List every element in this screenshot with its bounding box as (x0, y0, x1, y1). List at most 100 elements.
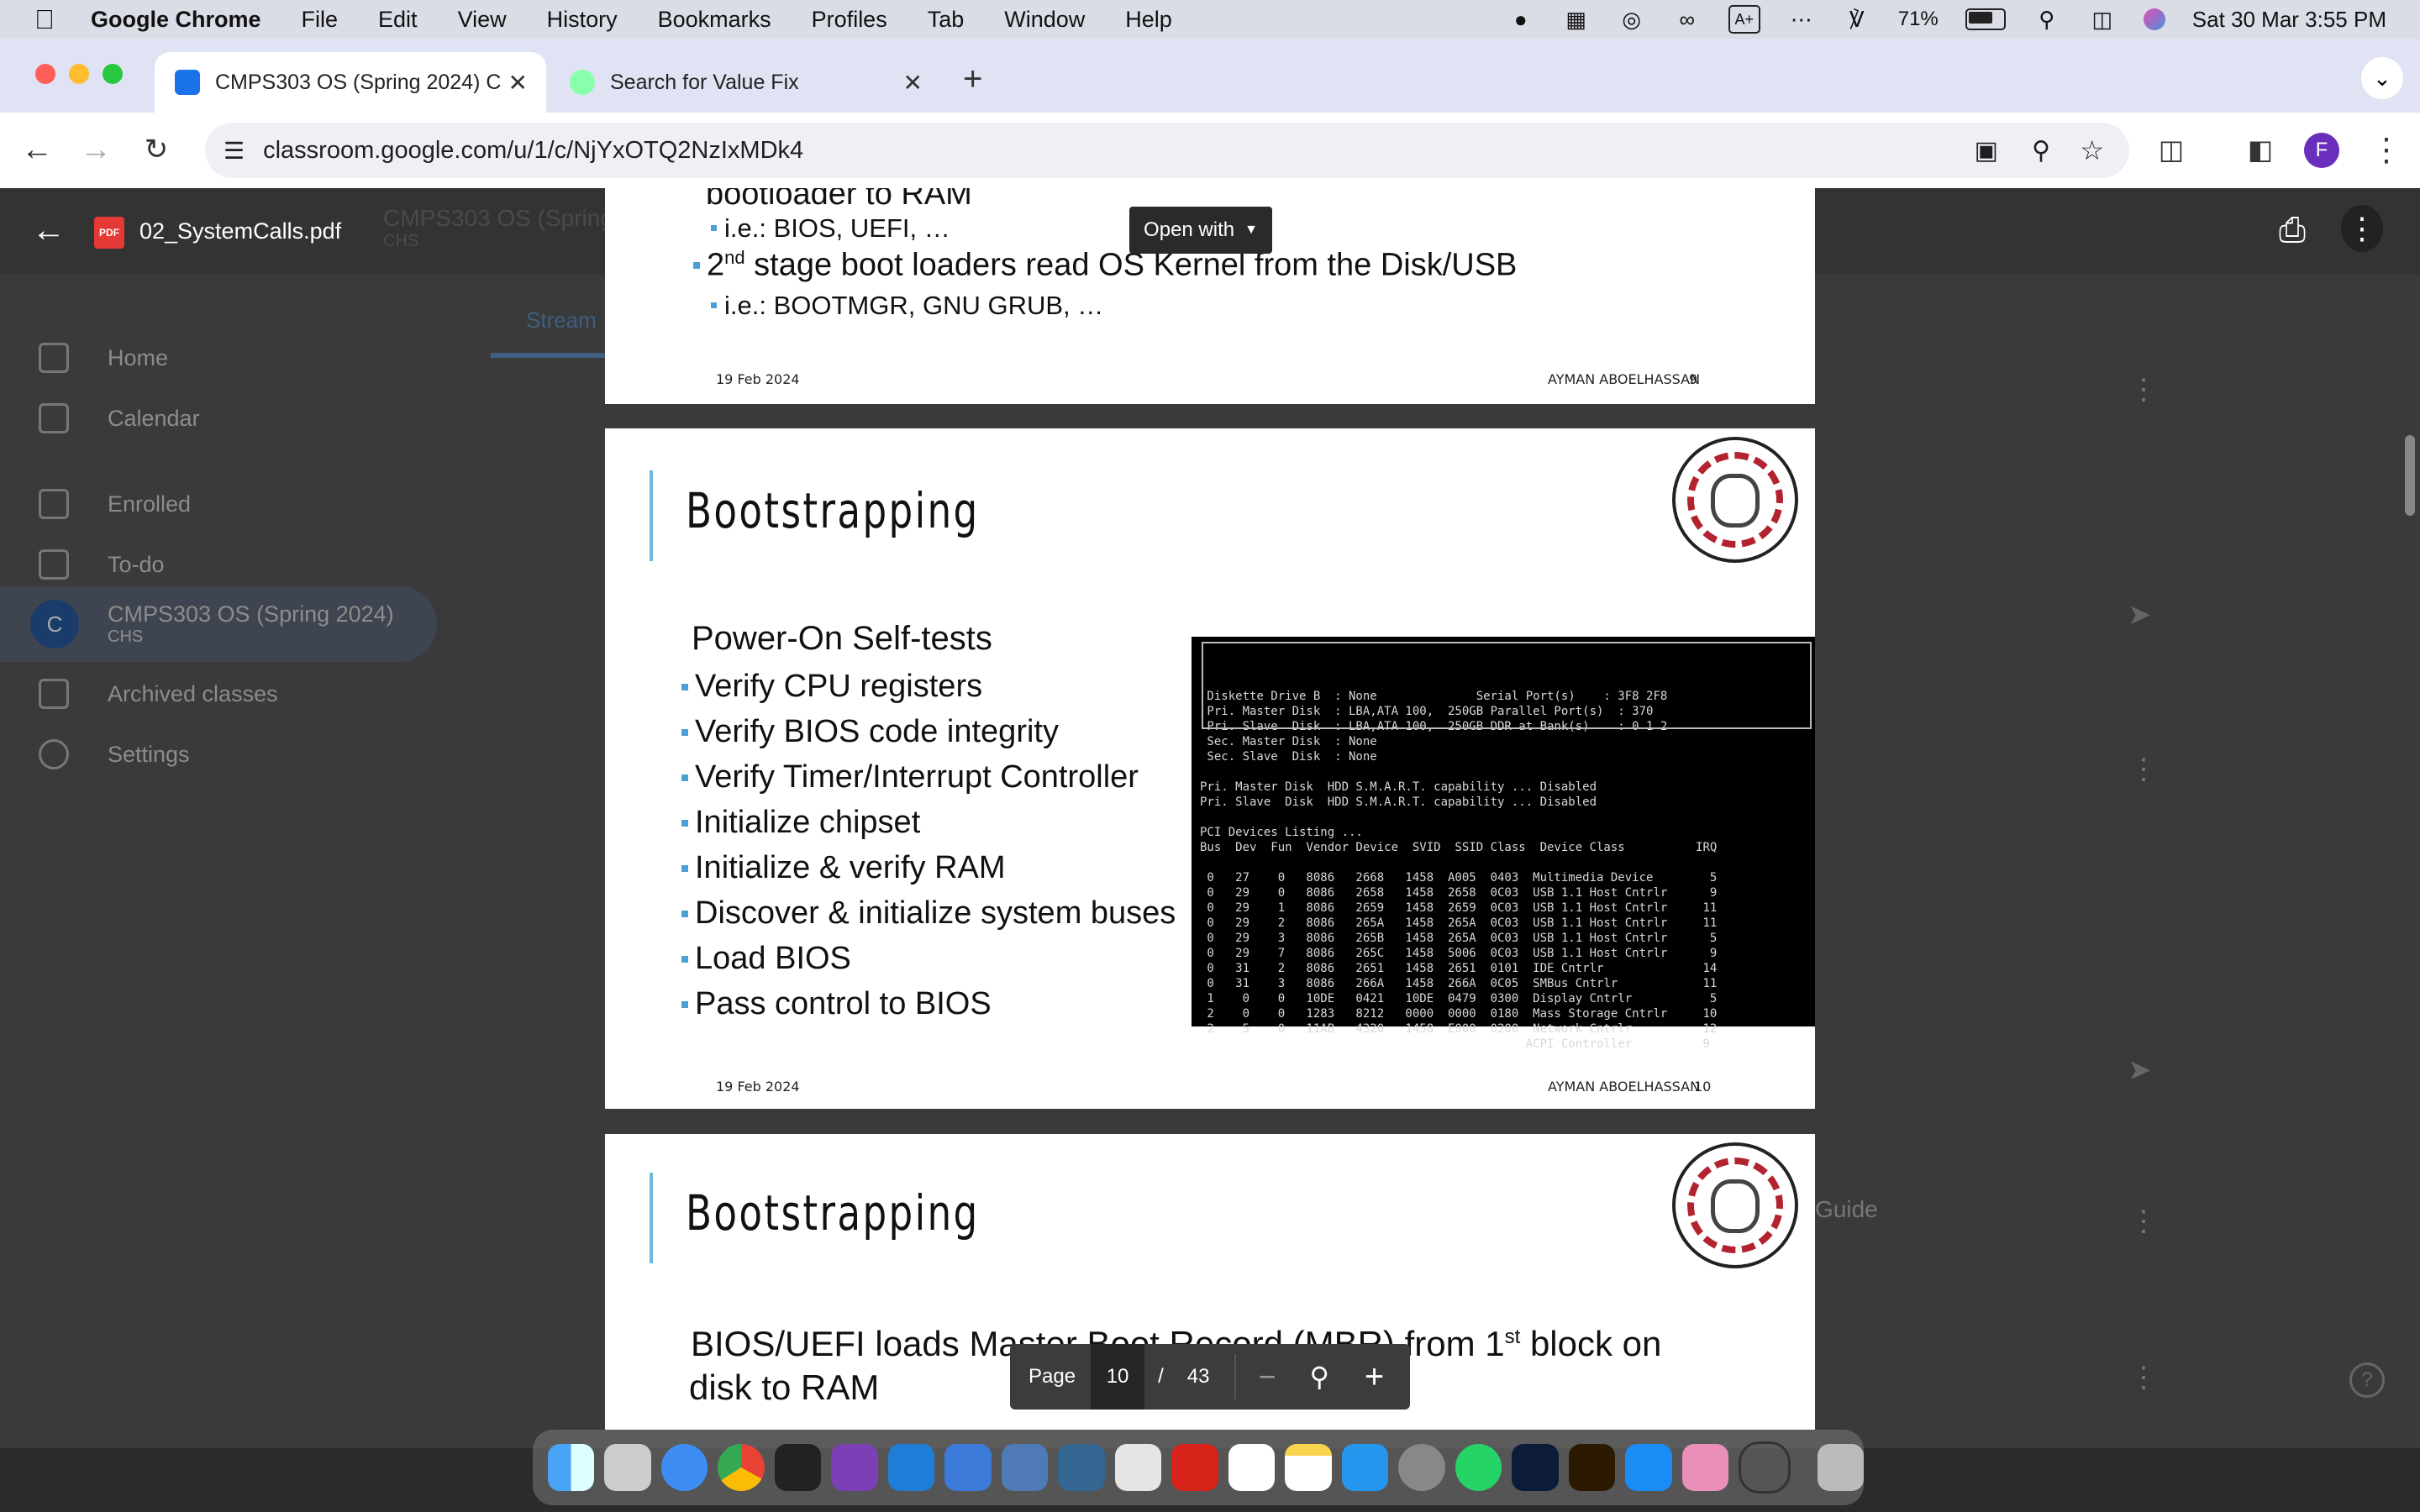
bluetooth-icon[interactable]: ℣ (1843, 7, 1871, 32)
menu-profiles[interactable]: Profiles (812, 7, 887, 33)
tab-title: CMPS303 OS (Spring 2024) C (215, 70, 502, 94)
more-options-icon[interactable]: ⋮ (2341, 205, 2383, 252)
more-icon[interactable]: ⋮ (2129, 1361, 2158, 1394)
menu-view[interactable]: View (458, 7, 507, 33)
sidebar-item-archived[interactable]: Archived classes (0, 664, 437, 724)
zoom-in-icon[interactable]: + (1365, 1358, 1384, 1396)
elephant-icon[interactable]: ● (1507, 7, 1535, 32)
airdrop-icon[interactable]: ◎ (1618, 7, 1646, 32)
forward-icon[interactable]: → (77, 131, 114, 168)
install-icon[interactable]: ▣ (1975, 136, 1998, 165)
launchpad-icon[interactable] (604, 1444, 651, 1491)
docker-icon[interactable] (1341, 1444, 1389, 1491)
site-info-icon[interactable]: ☰ (224, 137, 245, 165)
postgres-icon[interactable] (1058, 1444, 1105, 1491)
close-tab-icon[interactable]: ✕ (903, 69, 923, 97)
tab-search[interactable]: Search for Value Fix ✕ (550, 52, 941, 113)
close-tab-icon[interactable]: ✕ (508, 69, 528, 97)
folder-icon[interactable] (1681, 1444, 1729, 1491)
dots-icon[interactable]: ⋯ (1787, 7, 1816, 32)
sidebar-item-calendar[interactable]: Calendar (0, 388, 437, 449)
sidebar-item-enrolled[interactable]: Enrolled (0, 474, 437, 534)
open-with-button[interactable]: Open with ▼ (1129, 207, 1272, 254)
slide-date: 19 Feb 2024 (716, 371, 800, 387)
address-bar[interactable]: ☰ classroom.google.com/u/1/c/NjYxOTQ2NzI… (205, 123, 2129, 178)
menu-app-name[interactable]: Google Chrome (91, 7, 261, 33)
back-icon[interactable]: ← (18, 131, 55, 168)
extensions-icon[interactable]: ◫ (2153, 131, 2190, 168)
print-icon[interactable]: ⎙ (2279, 212, 2306, 249)
title-accent-bar (650, 470, 653, 561)
whatsapp-icon[interactable] (1455, 1444, 1502, 1491)
bios-line: Bus Dev Fun Vendor Device SVID SSID Clas… (1200, 841, 1718, 854)
new-tab-button[interactable]: + (963, 60, 982, 98)
app-store-icon[interactable] (1625, 1444, 1672, 1491)
tab-search-button[interactable]: ⌄ (2361, 57, 2403, 99)
trash-icon[interactable] (1817, 1444, 1865, 1491)
bullet: Load BIOS (681, 941, 851, 976)
accessibility-icon[interactable]: A+ (1728, 5, 1760, 34)
cast-icon[interactable]: ▦ (1562, 7, 1591, 32)
github-desktop-icon[interactable] (831, 1444, 878, 1491)
finder-icon[interactable] (548, 1444, 595, 1491)
vscode-icon[interactable] (887, 1444, 935, 1491)
sidebar-item-settings[interactable]: Settings (0, 724, 437, 785)
illustrator-icon[interactable] (1568, 1444, 1616, 1491)
chrome-menu-icon[interactable]: ⋮ (2368, 131, 2405, 168)
control-center-icon[interactable]: ◫ (2088, 7, 2117, 32)
tab-classroom[interactable]: CMPS303 OS (Spring 2024) C ✕ (155, 52, 546, 113)
battery-icon[interactable] (1965, 8, 2006, 30)
reload-icon[interactable]: ↻ (138, 131, 175, 168)
sidebar-item-home[interactable]: Home (0, 328, 437, 388)
chrome-icon[interactable] (718, 1444, 765, 1491)
safari-icon[interactable] (660, 1444, 708, 1491)
menu-tab[interactable]: Tab (928, 7, 965, 33)
sidebar-item-course[interactable]: C CMPS303 OS (Spring 2024) CHS (0, 586, 437, 662)
menu-history[interactable]: History (547, 7, 618, 33)
zoom-icon[interactable]: ⚲ (1309, 1361, 1328, 1393)
xcode-instruments-icon[interactable] (944, 1444, 992, 1491)
calendar-dock-icon[interactable] (1228, 1444, 1276, 1491)
zoom-window-button[interactable] (103, 64, 123, 84)
apple-icon[interactable]:  (30, 4, 59, 34)
calendar-icon (39, 403, 69, 433)
tab-stream[interactable]: Stream (526, 307, 597, 333)
page-number-input[interactable]: 10 (1091, 1344, 1145, 1410)
bios-line: 0 31 2 8086 2651 1458 2651 0101 IDE Cntr… (1200, 962, 1718, 975)
menu-bookmarks[interactable]: Bookmarks (658, 7, 771, 33)
help-icon[interactable]: ? (2349, 1362, 2385, 1398)
search-icon[interactable]: ⚲ (2033, 7, 2061, 32)
photoshop-icon[interactable] (1512, 1444, 1559, 1491)
close-viewer-icon[interactable]: ← (32, 212, 66, 249)
send-icon[interactable]: ➤ (2128, 598, 2152, 632)
send-icon[interactable]: ➤ (2128, 1053, 2152, 1087)
more-icon[interactable]: ⋮ (2129, 1205, 2158, 1238)
more-icon[interactable]: ⋮ (2129, 373, 2158, 407)
side-panel-icon[interactable]: ◧ (2242, 131, 2279, 168)
acrobat-icon[interactable] (1171, 1444, 1218, 1491)
close-window-button[interactable] (35, 64, 55, 84)
bookmark-star-icon[interactable]: ☆ (2080, 134, 2104, 166)
scrollbar-thumb[interactable] (2405, 435, 2415, 516)
tableplus-icon[interactable] (1001, 1444, 1049, 1491)
glasses-app-icon[interactable] (1739, 1441, 1791, 1494)
zoom-out-icon[interactable]: − (1258, 1359, 1276, 1394)
zoom-icon[interactable]: ⚲ (2032, 136, 2050, 165)
bios-line: Sec. Master Disk : None (1200, 735, 1377, 748)
more-icon[interactable]: ⋮ (2129, 753, 2158, 786)
menu-window[interactable]: Window (1004, 7, 1085, 33)
siri-icon[interactable] (2143, 8, 2165, 30)
minimize-window-button[interactable] (69, 64, 89, 84)
terminal-icon[interactable] (774, 1444, 822, 1491)
profile-avatar[interactable]: F (2304, 133, 2339, 168)
menu-edit[interactable]: Edit (378, 7, 418, 33)
system-settings-icon[interactable] (1398, 1444, 1445, 1491)
slide-title: Bootstrapping (686, 1184, 980, 1242)
menu-file[interactable]: File (302, 7, 339, 33)
preview-icon[interactable] (1114, 1444, 1162, 1491)
link-icon[interactable]: ∞ (1673, 7, 1702, 32)
menu-help[interactable]: Help (1125, 7, 1172, 33)
url-text[interactable]: classroom.google.com/u/1/c/NjYxOTQ2NzIxM… (263, 137, 803, 165)
notes-icon[interactable] (1285, 1444, 1332, 1491)
clock[interactable]: Sat 30 Mar 3:55 PM (2192, 7, 2386, 33)
